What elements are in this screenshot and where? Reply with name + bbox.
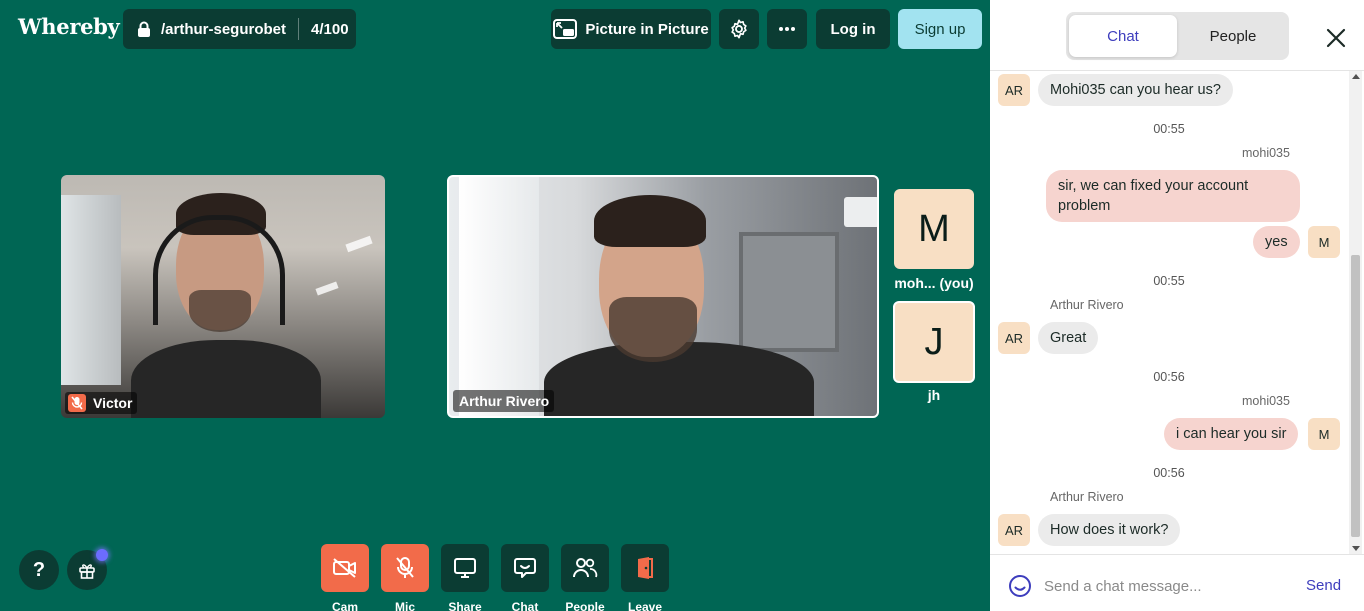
cam-label: Cam xyxy=(331,600,358,611)
avatar-tile-jh[interactable]: J xyxy=(893,301,975,383)
mic-control[interactable]: Mic xyxy=(381,544,429,611)
people-control[interactable]: People xyxy=(561,544,609,611)
divider xyxy=(298,18,300,40)
screen-share-icon xyxy=(454,558,476,578)
notification-dot xyxy=(96,549,108,561)
door-exit-icon xyxy=(638,557,653,579)
video-feed xyxy=(449,177,877,416)
more-options-button[interactable] xyxy=(767,9,807,49)
login-button[interactable]: Log in xyxy=(816,9,890,49)
close-icon xyxy=(1326,28,1346,48)
message-list[interactable]: AR Mohi035 can you hear us? 00:55 mohi03… xyxy=(990,71,1348,554)
message-bubble: Mohi035 can you hear us? xyxy=(1038,74,1233,106)
chat-button[interactable] xyxy=(501,544,549,592)
cam-control[interactable]: Cam xyxy=(321,544,369,611)
message-sender: mohi035 xyxy=(1242,394,1290,408)
leave-label: Leave xyxy=(627,600,663,611)
smiley-icon xyxy=(1009,575,1031,597)
message-avatar: AR xyxy=(998,514,1030,546)
message-timestamp: 00:55 xyxy=(1153,122,1185,136)
message-timestamp: 00:56 xyxy=(1153,466,1185,480)
message-sender: Arthur Rivero xyxy=(1050,298,1124,312)
lock-icon xyxy=(137,21,151,37)
message-timestamp: 00:55 xyxy=(1153,274,1185,288)
message-bubble: How does it work? xyxy=(1038,514,1181,546)
room-name: /arthur-segurobet xyxy=(161,20,287,38)
panel-tabs: Chat People xyxy=(1066,12,1289,60)
message-avatar: AR xyxy=(998,322,1030,354)
jh-label: jh xyxy=(927,387,941,403)
message-bubble: i can hear you sir xyxy=(1164,418,1299,450)
message-avatar: AR xyxy=(998,74,1030,106)
message-line: problem xyxy=(1058,198,1111,214)
chat-message-input[interactable] xyxy=(1044,572,1284,600)
chat-bubble-icon xyxy=(514,558,536,578)
participant-name-tag: Arthur Rivero xyxy=(453,390,555,412)
people-button[interactable] xyxy=(561,544,609,592)
pip-label: Picture in Picture xyxy=(585,20,709,38)
message-scrollbar[interactable] xyxy=(1349,71,1362,554)
message-avatar: M xyxy=(1308,226,1340,258)
message-bubble: sir, we can fixed your account problem xyxy=(1046,170,1300,222)
tab-people[interactable]: People xyxy=(1180,15,1286,57)
participant-name: Victor xyxy=(93,395,133,411)
leave-control[interactable]: Leave xyxy=(621,544,669,611)
mic-button[interactable] xyxy=(381,544,429,592)
message-timestamp: 00:56 xyxy=(1153,370,1185,384)
message-avatar: M xyxy=(1308,418,1340,450)
message-sender: Arthur Rivero xyxy=(1050,490,1124,504)
close-panel-button[interactable] xyxy=(1324,26,1348,50)
share-control[interactable]: Share xyxy=(441,544,489,611)
chat-control[interactable]: Chat xyxy=(501,544,549,611)
camera-off-icon xyxy=(333,558,356,578)
scroll-thumb[interactable] xyxy=(1351,255,1360,537)
room-info[interactable]: /arthur-segurobet 4/100 xyxy=(123,9,356,49)
participant-name-tag: Victor xyxy=(65,392,138,414)
self-label: moh... (you) xyxy=(894,275,974,291)
people-label: People xyxy=(565,600,605,611)
help-button[interactable]: ? xyxy=(19,550,59,590)
video-tile-arthur-rivero[interactable]: Arthur Rivero xyxy=(447,175,879,418)
more-horizontal-icon xyxy=(779,27,795,31)
scroll-down-arrow-icon[interactable] xyxy=(1352,546,1360,551)
video-tile-victor[interactable]: Victor xyxy=(61,175,385,418)
gift-icon xyxy=(79,564,95,579)
divider xyxy=(990,554,1364,555)
pip-icon xyxy=(553,19,578,39)
avatar-tile-self[interactable]: M xyxy=(894,189,974,269)
send-button[interactable]: Send xyxy=(1306,577,1341,594)
message-bubble: yes xyxy=(1253,226,1300,258)
share-button[interactable] xyxy=(441,544,489,592)
message-sender: mohi035 xyxy=(1242,146,1290,160)
chat-label: Chat xyxy=(511,600,539,611)
signup-button[interactable]: Sign up xyxy=(898,9,982,49)
chat-panel: Chat People AR Mohi035 can you hear us? … xyxy=(990,0,1364,611)
message-line: sir, we can fixed your account xyxy=(1058,178,1249,194)
cam-button[interactable] xyxy=(321,544,369,592)
mic-label: Mic xyxy=(394,600,415,611)
mic-off-icon xyxy=(68,394,86,412)
settings-button[interactable] xyxy=(719,9,759,49)
whereby-logo: Whereby xyxy=(18,14,120,39)
video-feed xyxy=(61,175,385,418)
message-bubble: Great xyxy=(1038,322,1099,354)
participant-name: Arthur Rivero xyxy=(459,393,550,409)
emoji-button[interactable] xyxy=(1008,574,1032,598)
people-icon xyxy=(573,558,598,578)
mic-off-icon xyxy=(396,557,414,578)
gear-icon xyxy=(731,19,747,39)
picture-in-picture-button[interactable]: Picture in Picture xyxy=(551,9,711,49)
participant-count: 4/100 xyxy=(311,20,349,38)
share-label: Share xyxy=(448,600,482,611)
leave-button[interactable] xyxy=(621,544,669,592)
tab-chat[interactable]: Chat xyxy=(1069,15,1177,57)
scroll-up-arrow-icon[interactable] xyxy=(1352,74,1360,79)
